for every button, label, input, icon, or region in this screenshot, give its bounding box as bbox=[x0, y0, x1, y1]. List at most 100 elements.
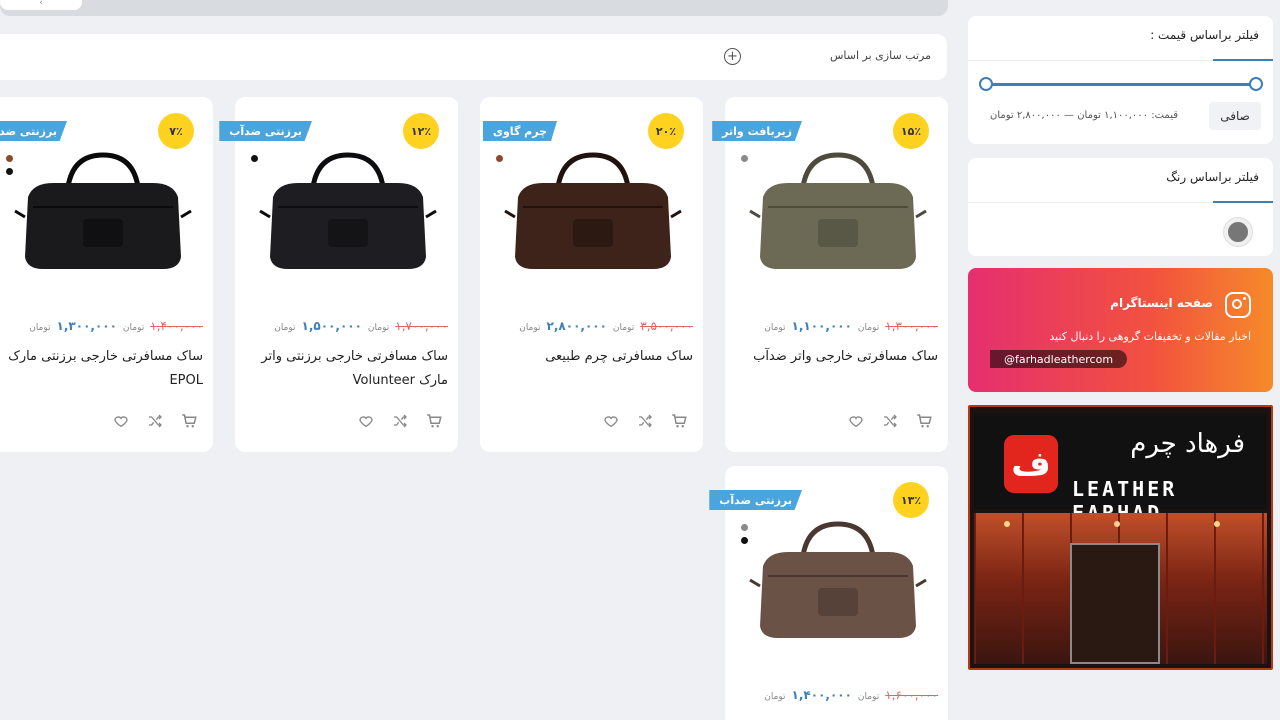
current-price: ۱,۴۰۰,۰۰۰ bbox=[791, 688, 852, 702]
old-price: ۱,۶۰۰,۰۰۰ bbox=[885, 688, 938, 702]
store-door bbox=[1070, 543, 1160, 664]
heart-icon[interactable] bbox=[111, 411, 131, 431]
pagination-control[interactable]: ‹ bbox=[0, 0, 82, 10]
product-title[interactable]: ساک مسافرتی خارجی برزنتی واتر مارک Volun… bbox=[248, 345, 448, 393]
price-slider-track[interactable] bbox=[986, 83, 1255, 86]
product-image[interactable] bbox=[745, 147, 930, 277]
discount-badge: ۱۲٪ bbox=[403, 113, 439, 149]
product-title[interactable]: ساک مسافرتی خارجی برزنتی مارک EPOL bbox=[3, 345, 203, 393]
color-swatch-gray[interactable] bbox=[1224, 218, 1252, 246]
product-image[interactable] bbox=[500, 147, 685, 277]
old-price: ۳,۵۰۰,۰۰۰ bbox=[640, 319, 693, 333]
current-price: ۱,۱۰۰,۰۰۰ bbox=[791, 319, 852, 333]
price-row: ۱,۴۰۰,۰۰۰ تومان ۱,۳۰۰,۰۰۰ تومان bbox=[29, 319, 203, 333]
product-card[interactable]: ۱۵٪ زیربافت واتر ۱,۳۰۰,۰۰۰ تومان ۱,۱۰۰,۰… bbox=[712, 97, 948, 452]
price-row: ۱,۳۰۰,۰۰۰ تومان ۱,۱۰۰,۰۰۰ تومان bbox=[764, 319, 938, 333]
instagram-banner[interactable]: صفحه اینستاگرام اخبار مقالات و تخفیفات گ… bbox=[968, 268, 1273, 392]
currency-unit: تومان bbox=[764, 692, 786, 702]
color-swatch[interactable] bbox=[496, 155, 503, 162]
old-price: ۱,۴۰۰,۰۰۰ bbox=[150, 319, 203, 333]
color-swatches bbox=[251, 155, 258, 162]
top-toolbar: ‹ bbox=[0, 0, 948, 16]
product-title[interactable]: ساک مسافرتی چرم طبیعی bbox=[493, 345, 693, 369]
old-price: ۱,۳۰۰,۰۰۰ bbox=[885, 319, 938, 333]
discount-badge: ۲۰٪ bbox=[648, 113, 684, 149]
material-tag: برزنتی ضدآب bbox=[709, 490, 802, 510]
currency-unit: تومان bbox=[857, 323, 880, 333]
color-swatch[interactable] bbox=[6, 168, 13, 175]
heart-icon[interactable] bbox=[356, 411, 376, 431]
product-actions bbox=[601, 411, 689, 431]
store-front-image[interactable]: ف فرهاد چرم LEATHER FARHAD bbox=[968, 405, 1273, 670]
heart-icon[interactable] bbox=[601, 411, 621, 431]
instagram-handle[interactable]: @farhadleathercom bbox=[990, 350, 1128, 368]
product-actions bbox=[846, 411, 934, 431]
chevron-left-icon[interactable]: ‹ bbox=[39, 0, 43, 8]
cart-icon[interactable] bbox=[179, 411, 199, 431]
color-swatch[interactable] bbox=[6, 155, 13, 162]
material-tag: برزنتی ضدآب bbox=[0, 121, 67, 141]
color-swatches bbox=[6, 155, 13, 175]
color-swatches bbox=[741, 155, 748, 162]
color-filter-title: فیلتر براساس رنگ bbox=[1166, 170, 1259, 184]
cart-icon[interactable] bbox=[424, 411, 444, 431]
product-card[interactable]: ۷٪ برزنتی ضدآب ۱,۴۰۰,۰۰۰ تومان ۱,۳۰۰,۰۰۰… bbox=[0, 97, 213, 452]
title-accent bbox=[1213, 201, 1273, 203]
instagram-icon bbox=[1225, 292, 1251, 318]
currency-unit: تومان bbox=[612, 323, 635, 333]
compare-icon[interactable] bbox=[880, 411, 900, 431]
heart-icon[interactable] bbox=[846, 411, 866, 431]
current-price: ۱,۵۰۰,۰۰۰ bbox=[301, 319, 362, 333]
compare-icon[interactable] bbox=[390, 411, 410, 431]
product-image[interactable] bbox=[745, 516, 930, 646]
store-logo: ف bbox=[1004, 435, 1058, 493]
color-swatch[interactable] bbox=[251, 155, 258, 162]
product-card[interactable]: ۱۳٪ برزنتی ضدآب ۱,۶۰۰,۰۰۰ تومان ۱,۴۰۰,۰۰… bbox=[709, 466, 948, 720]
currency-unit: تومان bbox=[857, 692, 880, 702]
product-actions bbox=[356, 411, 444, 431]
price-filter-widget: فیلتر براساس قیمت : صافی قیمت: ۱,۱۰۰,۰۰۰… bbox=[968, 16, 1273, 144]
price-row: ۱,۶۰۰,۰۰۰ تومان ۱,۴۰۰,۰۰۰ تومان bbox=[764, 688, 938, 702]
material-tag: برزنتی ضدآب bbox=[219, 121, 312, 141]
price-filter-title: فیلتر براساس قیمت : bbox=[1150, 28, 1259, 42]
currency-unit: تومان bbox=[122, 323, 145, 333]
color-swatches bbox=[496, 155, 503, 162]
product-title[interactable]: ساک مسافرتی خارجی واتر ضدآب bbox=[738, 345, 938, 369]
price-row: ۱,۷۰۰,۰۰۰ تومان ۱,۵۰۰,۰۰۰ تومان bbox=[274, 319, 448, 333]
currency-unit: تومان bbox=[367, 323, 390, 333]
filter-button[interactable]: صافی bbox=[1209, 102, 1261, 130]
product-card[interactable]: ۲۰٪ چرم گاوی ۳,۵۰۰,۰۰۰ تومان ۲,۸۰۰,۰۰۰ ت… bbox=[480, 97, 703, 452]
compare-icon[interactable] bbox=[145, 411, 165, 431]
store-facade bbox=[974, 513, 1267, 664]
color-swatches bbox=[741, 524, 748, 544]
cart-icon[interactable] bbox=[914, 411, 934, 431]
plus-circle-icon[interactable]: + bbox=[724, 48, 741, 65]
product-image[interactable] bbox=[10, 147, 195, 277]
title-accent bbox=[1213, 59, 1273, 61]
currency-unit: تومان bbox=[29, 323, 51, 333]
price-range-text: قیمت: ۱,۱۰۰,۰۰۰ تومان — ۲,۸۰۰,۰۰۰ تومان bbox=[990, 110, 1178, 121]
sort-bar: + مرتب سازی بر اساس bbox=[0, 34, 947, 80]
price-row: ۳,۵۰۰,۰۰۰ تومان ۲,۸۰۰,۰۰۰ تومان bbox=[519, 319, 693, 333]
store-name-fa: فرهاد چرم bbox=[1130, 429, 1245, 459]
store-sign: ف فرهاد چرم LEATHER FARHAD bbox=[974, 413, 1267, 525]
instagram-title: صفحه اینستاگرام bbox=[1110, 296, 1213, 310]
cart-icon[interactable] bbox=[669, 411, 689, 431]
old-price: ۱,۷۰۰,۰۰۰ bbox=[395, 319, 448, 333]
current-price: ۲,۸۰۰,۰۰۰ bbox=[546, 319, 607, 333]
product-card[interactable]: ۱۲٪ برزنتی ضدآب ۱,۷۰۰,۰۰۰ تومان ۱,۵۰۰,۰۰… bbox=[219, 97, 458, 452]
color-swatch[interactable] bbox=[741, 537, 748, 544]
compare-icon[interactable] bbox=[635, 411, 655, 431]
price-slider-min-handle[interactable] bbox=[979, 77, 993, 91]
color-swatch[interactable] bbox=[741, 524, 748, 531]
material-tag: چرم گاوی bbox=[482, 121, 557, 141]
sort-label[interactable]: مرتب سازی بر اساس bbox=[830, 49, 931, 62]
discount-badge: ۱۵٪ bbox=[893, 113, 929, 149]
product-image[interactable] bbox=[255, 147, 440, 277]
discount-badge: ۷٪ bbox=[158, 113, 194, 149]
currency-unit: تومان bbox=[274, 323, 296, 333]
price-slider-max-handle[interactable] bbox=[1249, 77, 1263, 91]
currency-unit: تومان bbox=[764, 323, 786, 333]
color-swatch[interactable] bbox=[741, 155, 748, 162]
currency-unit: تومان bbox=[519, 323, 541, 333]
